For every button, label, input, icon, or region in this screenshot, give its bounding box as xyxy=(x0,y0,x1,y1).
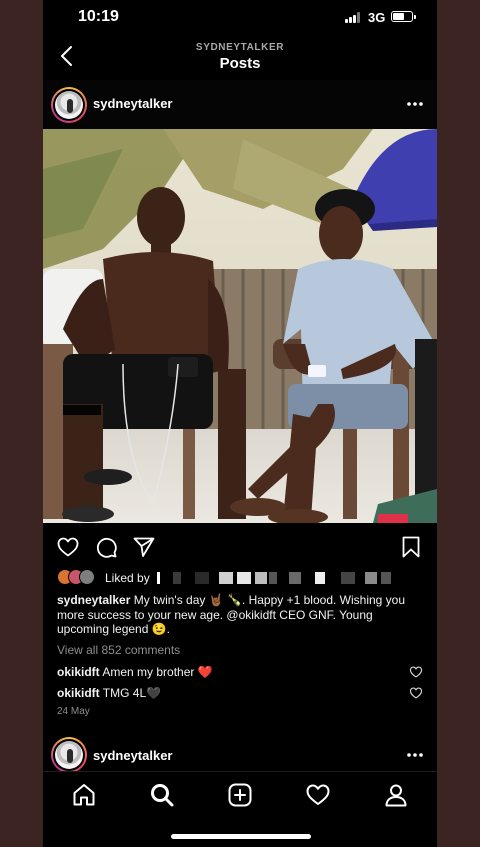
comment-like-icon[interactable] xyxy=(409,686,423,700)
signal-icon xyxy=(345,12,363,23)
more-horizontal-icon[interactable] xyxy=(405,745,425,765)
page-title: Posts xyxy=(219,55,261,72)
avatar[interactable] xyxy=(51,87,87,123)
avatar[interactable] xyxy=(51,737,87,773)
view-all-comments-link[interactable]: View all 852 comments xyxy=(57,643,180,657)
more-horizontal-icon[interactable] xyxy=(405,94,425,114)
next-post-header: sydneytalker xyxy=(43,735,437,775)
nav-header: SYDNEYTALKER Posts xyxy=(43,34,437,80)
bookmark-icon[interactable] xyxy=(399,535,423,559)
status-time: 10:19 xyxy=(78,8,119,25)
comment-text: TMG 4L🖤 xyxy=(102,686,162,700)
comment-username[interactable]: okikidft xyxy=(57,665,100,679)
home-icon[interactable] xyxy=(71,782,97,808)
comment-item: okikidft TMG 4L🖤 xyxy=(57,686,427,700)
likes-row[interactable]: Liked by xyxy=(57,569,427,587)
status-bar: 10:19 3G xyxy=(43,0,437,34)
post-username[interactable]: sydneytalker xyxy=(93,96,173,111)
network-type: 3G xyxy=(368,10,386,25)
caption-username[interactable]: sydneytalker xyxy=(57,593,130,607)
post-photo[interactable] xyxy=(43,129,437,523)
post-actions xyxy=(43,523,437,569)
comment-icon[interactable] xyxy=(94,535,118,559)
bottom-tab-bar xyxy=(43,771,437,847)
redacted-likers xyxy=(157,572,397,584)
battery-icon xyxy=(391,11,413,22)
search-icon[interactable] xyxy=(149,782,175,808)
paper-plane-icon[interactable] xyxy=(132,535,156,559)
post-caption: sydneytalker My twin's day 🤘🏾 🍾. Happy +… xyxy=(57,593,427,637)
post-date: 24 May xyxy=(57,706,90,717)
liked-by-label: Liked by xyxy=(105,571,150,585)
activity-heart-icon[interactable] xyxy=(305,782,331,808)
liker-avatars xyxy=(57,569,101,585)
add-post-icon[interactable] xyxy=(227,782,253,808)
profile-icon[interactable] xyxy=(383,782,409,808)
app-frame: 10:19 3G SYDNEYTALKER Posts sydneytalker xyxy=(43,0,437,847)
post-header: sydneytalker xyxy=(43,80,437,129)
heart-icon[interactable] xyxy=(56,535,80,559)
comment-text: Amen my brother ❤️ xyxy=(102,665,213,679)
comment-like-icon[interactable] xyxy=(409,665,423,679)
header-account-name: SYDNEYTALKER xyxy=(195,42,285,53)
post-username[interactable]: sydneytalker xyxy=(93,748,173,763)
home-indicator xyxy=(171,834,311,839)
comment-item: okikidft Amen my brother ❤️ xyxy=(57,665,427,679)
comment-username[interactable]: okikidft xyxy=(57,686,100,700)
